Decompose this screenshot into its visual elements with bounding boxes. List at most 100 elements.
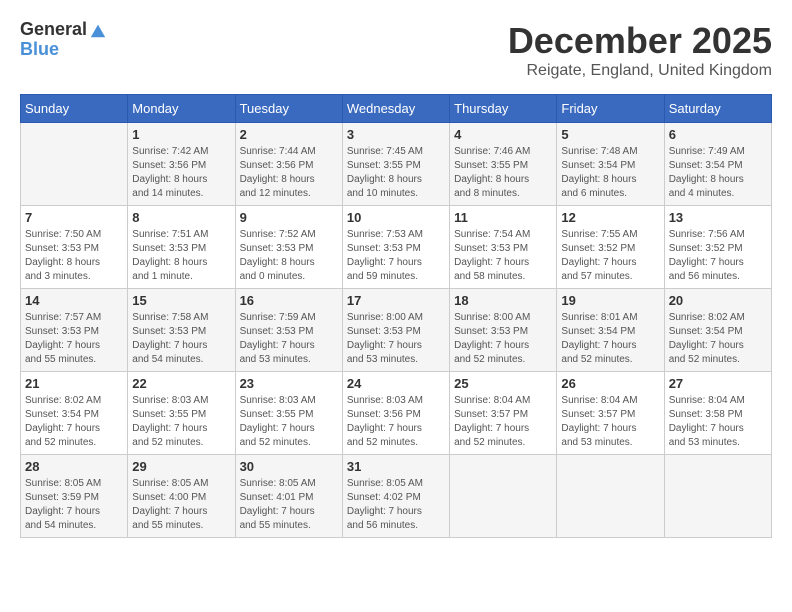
logo-line1: General: [20, 20, 87, 40]
calendar-cell: 10 Sunrise: 7:53 AMSunset: 3:53 PMDayligh…: [342, 206, 449, 289]
day-info: Sunrise: 7:54 AMSunset: 3:53 PMDaylight:…: [454, 228, 552, 284]
calendar-cell: 9 Sunrise: 7:52 AMSunset: 3:53 PMDaylight…: [235, 206, 342, 289]
day-info: Sunrise: 7:56 AMSunset: 3:52 PMDaylight:…: [669, 228, 767, 284]
day-info: Sunrise: 7:45 AMSunset: 3:55 PMDaylight:…: [347, 145, 445, 201]
day-number: 7: [25, 210, 123, 225]
calendar-cell: 19 Sunrise: 8:01 AMSunset: 3:54 PMDayligh…: [557, 289, 664, 372]
calendar-cell: 8Sunrise: 7:51 AMSunset: 3:53 PMDaylight…: [128, 206, 235, 289]
calendar-cell: 17Sunrise: 8:00 AMSunset: 3:53 PMDayligh…: [342, 289, 449, 372]
calendar-cell: 15 Sunrise: 7:58 AMSunset: 3:53 PMDayligh…: [128, 289, 235, 372]
day-info: Sunrise: 8:02 AMSunset: 3:54 PMDaylight:…: [25, 394, 123, 450]
calendar-table: SundayMondayTuesdayWednesdayThursdayFrid…: [20, 94, 772, 538]
calendar-cell: 2 Sunrise: 7:44 AMSunset: 3:56 PMDaylight…: [235, 123, 342, 206]
calendar-cell: 30 Sunrise: 8:05 AMSunset: 4:01 PMDayligh…: [235, 455, 342, 538]
day-info: Sunrise: 8:04 AMSunset: 3:57 PMDaylight:…: [561, 394, 659, 450]
day-info: Sunrise: 8:04 AMSunset: 3:57 PMDaylight:…: [454, 394, 552, 450]
logo: General Blue: [20, 20, 107, 60]
day-number: 25: [454, 376, 552, 391]
day-info: Sunrise: 7:44 AMSunset: 3:56 PMDaylight:…: [240, 145, 338, 201]
day-info: Sunrise: 7:48 AMSunset: 3:54 PMDaylight:…: [561, 145, 659, 201]
weekday-header: Thursday: [450, 95, 557, 123]
day-number: 2: [240, 127, 338, 142]
day-info: Sunrise: 7:50 AMSunset: 3:53 PMDaylight:…: [25, 228, 123, 284]
day-number: 22: [132, 376, 230, 391]
day-info: Sunrise: 8:05 AMSunset: 3:59 PMDaylight:…: [25, 477, 123, 533]
day-number: 21: [25, 376, 123, 391]
day-info: Sunrise: 7:53 AMSunset: 3:53 PMDaylight:…: [347, 228, 445, 284]
calendar-cell: 25 Sunrise: 8:04 AMSunset: 3:57 PMDayligh…: [450, 372, 557, 455]
day-info: Sunrise: 7:58 AMSunset: 3:53 PMDaylight:…: [132, 311, 230, 367]
day-info: Sunrise: 8:03 AMSunset: 3:55 PMDaylight:…: [132, 394, 230, 450]
calendar-cell: 13 Sunrise: 7:56 AMSunset: 3:52 PMDayligh…: [664, 206, 771, 289]
calendar-cell: [557, 455, 664, 538]
calendar-cell: 7 Sunrise: 7:50 AMSunset: 3:53 PMDaylight…: [21, 206, 128, 289]
weekday-header: Saturday: [664, 95, 771, 123]
day-number: 20: [669, 293, 767, 308]
weekday-header: Tuesday: [235, 95, 342, 123]
calendar-cell: 28 Sunrise: 8:05 AMSunset: 3:59 PMDayligh…: [21, 455, 128, 538]
day-number: 6: [669, 127, 767, 142]
day-info: Sunrise: 7:52 AMSunset: 3:53 PMDaylight:…: [240, 228, 338, 284]
day-number: 3: [347, 127, 445, 142]
day-number: 26: [561, 376, 659, 391]
weekday-header: Sunday: [21, 95, 128, 123]
day-info: Sunrise: 7:57 AMSunset: 3:53 PMDaylight:…: [25, 311, 123, 367]
day-info: Sunrise: 8:04 AMSunset: 3:58 PMDaylight:…: [669, 394, 767, 450]
day-info: Sunrise: 8:01 AMSunset: 3:54 PMDaylight:…: [561, 311, 659, 367]
day-number: 27: [669, 376, 767, 391]
day-info: Sunrise: 7:42 AMSunset: 3:56 PMDaylight:…: [132, 145, 230, 201]
day-number: 5: [561, 127, 659, 142]
calendar-cell: 14 Sunrise: 7:57 AMSunset: 3:53 PMDayligh…: [21, 289, 128, 372]
day-number: 14: [25, 293, 123, 308]
day-number: 10: [347, 210, 445, 225]
day-info: Sunrise: 8:05 AMSunset: 4:00 PMDaylight:…: [132, 477, 230, 533]
calendar-header: SundayMondayTuesdayWednesdayThursdayFrid…: [21, 95, 772, 123]
calendar-week: 1 Sunrise: 7:42 AMSunset: 3:56 PMDaylight…: [21, 123, 772, 206]
day-info: Sunrise: 7:46 AMSunset: 3:55 PMDaylight:…: [454, 145, 552, 201]
calendar-cell: 6 Sunrise: 7:49 AMSunset: 3:54 PMDaylight…: [664, 123, 771, 206]
weekday-header: Wednesday: [342, 95, 449, 123]
calendar-cell: 22 Sunrise: 8:03 AMSunset: 3:55 PMDayligh…: [128, 372, 235, 455]
location-subtitle: Reigate, England, United Kingdom: [508, 62, 772, 80]
logo-icon: [89, 21, 107, 39]
day-info: Sunrise: 8:02 AMSunset: 3:54 PMDaylight:…: [669, 311, 767, 367]
month-title: December 2025: [508, 20, 772, 62]
calendar-cell: 18Sunrise: 8:00 AMSunset: 3:53 PMDayligh…: [450, 289, 557, 372]
day-info: Sunrise: 7:51 AMSunset: 3:53 PMDaylight:…: [132, 228, 230, 284]
day-number: 30: [240, 459, 338, 474]
calendar-cell: [664, 455, 771, 538]
day-number: 11: [454, 210, 552, 225]
day-number: 29: [132, 459, 230, 474]
day-number: 23: [240, 376, 338, 391]
calendar-week: 14 Sunrise: 7:57 AMSunset: 3:53 PMDayligh…: [21, 289, 772, 372]
day-number: 24: [347, 376, 445, 391]
day-info: Sunrise: 7:55 AMSunset: 3:52 PMDaylight:…: [561, 228, 659, 284]
day-info: Sunrise: 8:05 AMSunset: 4:02 PMDaylight:…: [347, 477, 445, 533]
calendar-cell: 27 Sunrise: 8:04 AMSunset: 3:58 PMDayligh…: [664, 372, 771, 455]
calendar-cell: 31Sunrise: 8:05 AMSunset: 4:02 PMDayligh…: [342, 455, 449, 538]
logo-line2: Blue: [20, 40, 59, 60]
calendar-week: 21 Sunrise: 8:02 AMSunset: 3:54 PMDayligh…: [21, 372, 772, 455]
day-info: Sunrise: 8:03 AMSunset: 3:55 PMDaylight:…: [240, 394, 338, 450]
day-number: 4: [454, 127, 552, 142]
day-info: Sunrise: 8:03 AMSunset: 3:56 PMDaylight:…: [347, 394, 445, 450]
calendar-cell: 24 Sunrise: 8:03 AMSunset: 3:56 PMDayligh…: [342, 372, 449, 455]
day-number: 13: [669, 210, 767, 225]
calendar-cell: 26 Sunrise: 8:04 AMSunset: 3:57 PMDayligh…: [557, 372, 664, 455]
calendar-cell: 20 Sunrise: 8:02 AMSunset: 3:54 PMDayligh…: [664, 289, 771, 372]
calendar-cell: [21, 123, 128, 206]
day-info: Sunrise: 7:59 AMSunset: 3:53 PMDaylight:…: [240, 311, 338, 367]
day-info: Sunrise: 8:00 AMSunset: 3:53 PMDaylight:…: [347, 311, 445, 367]
day-number: 28: [25, 459, 123, 474]
day-number: 1: [132, 127, 230, 142]
day-number: 16: [240, 293, 338, 308]
day-number: 9: [240, 210, 338, 225]
calendar-cell: 1 Sunrise: 7:42 AMSunset: 3:56 PMDaylight…: [128, 123, 235, 206]
day-info: Sunrise: 7:49 AMSunset: 3:54 PMDaylight:…: [669, 145, 767, 201]
day-number: 12: [561, 210, 659, 225]
calendar-week: 7 Sunrise: 7:50 AMSunset: 3:53 PMDaylight…: [21, 206, 772, 289]
day-number: 19: [561, 293, 659, 308]
calendar-cell: 5 Sunrise: 7:48 AMSunset: 3:54 PMDaylight…: [557, 123, 664, 206]
day-info: Sunrise: 8:05 AMSunset: 4:01 PMDaylight:…: [240, 477, 338, 533]
day-number: 15: [132, 293, 230, 308]
